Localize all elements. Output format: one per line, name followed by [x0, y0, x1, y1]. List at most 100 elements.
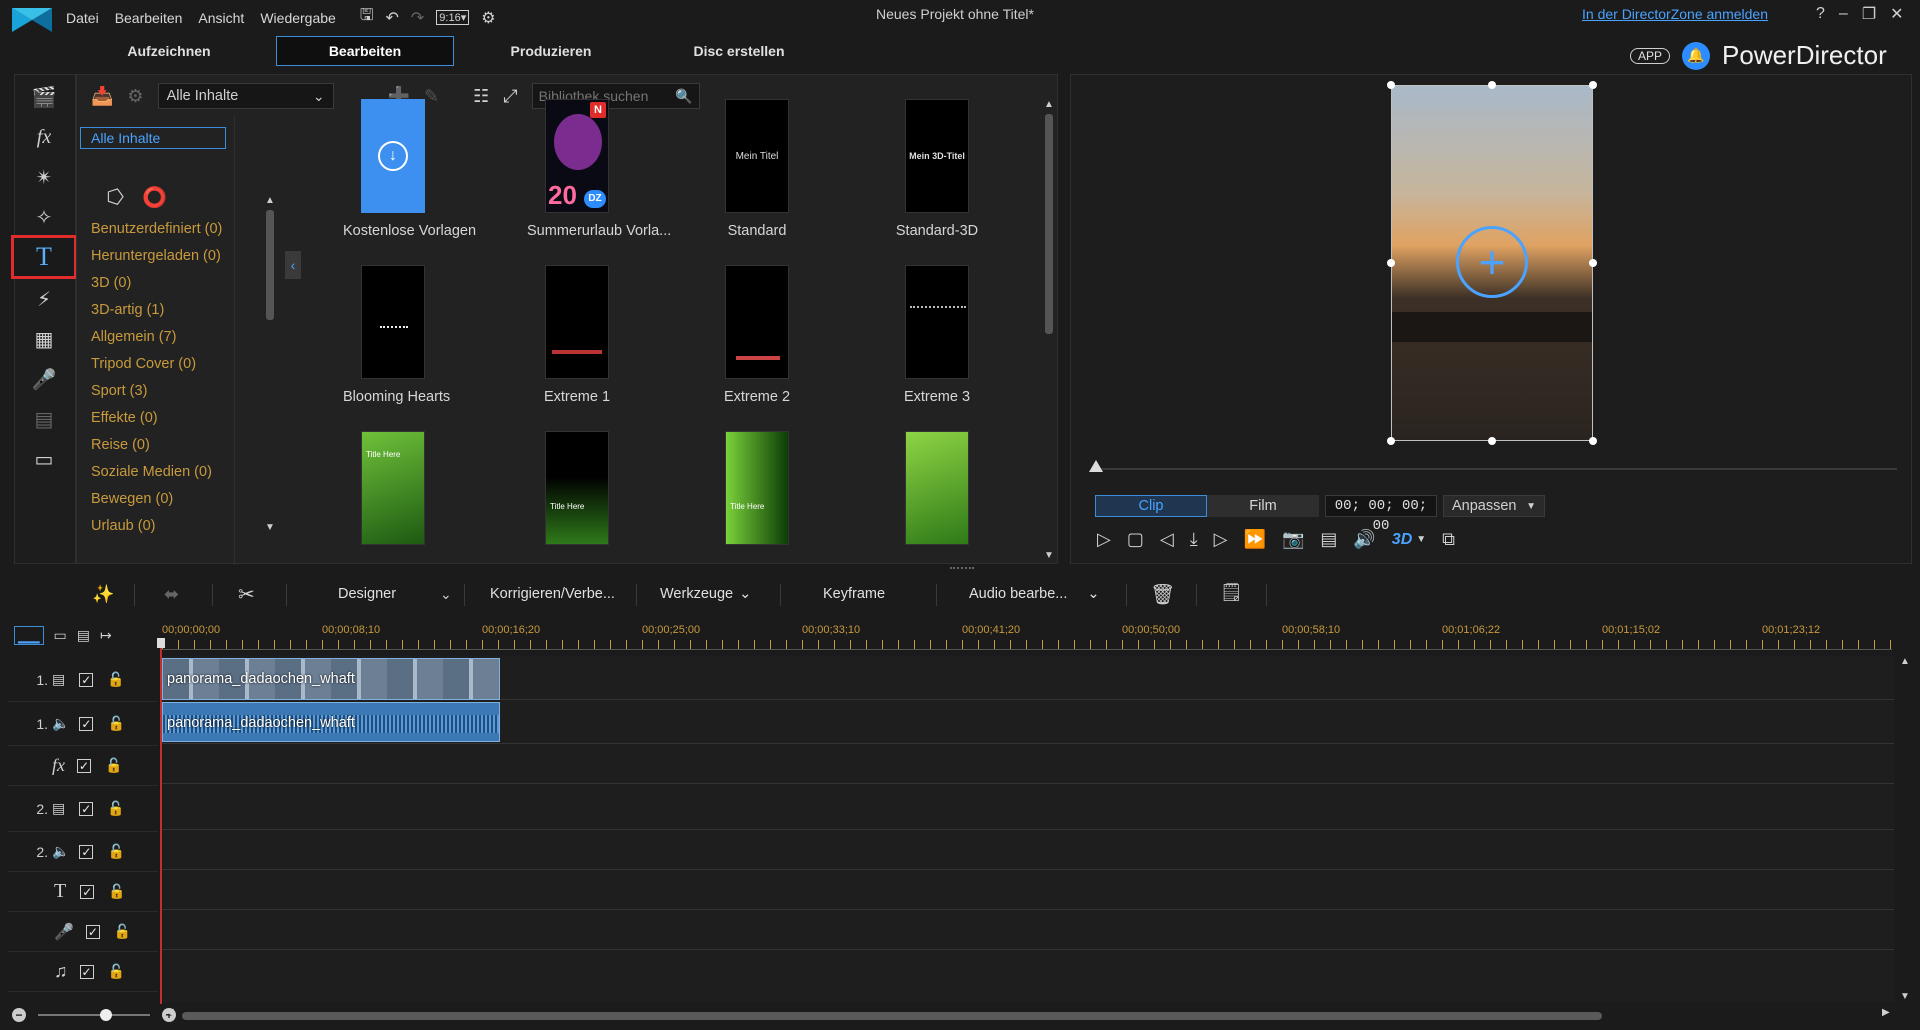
plugin-icon[interactable]: ⚙: [127, 86, 143, 107]
fix-enhance-menu[interactable]: Korrigieren/Verbe...: [490, 586, 615, 602]
tools-menu[interactable]: Werkzeuge ⌄: [660, 586, 751, 602]
category-item[interactable]: 3D (0): [91, 270, 234, 297]
media-room-icon[interactable]: 🎬: [22, 79, 66, 115]
selected-tag[interactable]: Alle Inhalte: [80, 127, 226, 149]
lock-icon[interactable]: 🔓: [107, 715, 124, 732]
audio-clip[interactable]: panorama_dadaochen_whaft: [162, 702, 500, 742]
subtitle-icon[interactable]: ▤: [1320, 529, 1337, 550]
resize-handle[interactable]: [1488, 81, 1496, 89]
menu-wiedergabe[interactable]: Wiedergabe: [260, 10, 336, 26]
stop-icon[interactable]: ▢: [1127, 529, 1144, 550]
track-enable-checkbox[interactable]: ✓: [79, 716, 94, 731]
template-tile[interactable]: Mein 3D-Titel Standard-3D: [887, 99, 987, 239]
panel-splitter[interactable]: [950, 567, 974, 571]
track-enable-checkbox[interactable]: ✓: [80, 884, 95, 899]
resize-handle[interactable]: [1589, 81, 1597, 89]
notification-bell-icon[interactable]: 🔔: [1682, 41, 1711, 70]
preview-scrubber[interactable]: [1091, 468, 1897, 470]
category-item[interactable]: Benutzerdefiniert (0): [91, 216, 234, 243]
template-tile[interactable]: Extreme 1: [527, 265, 627, 405]
library-scrollbar[interactable]: ▲ ▼: [1043, 99, 1055, 561]
template-tile[interactable]: Blooming Hearts: [343, 265, 450, 405]
track-enable-checkbox[interactable]: ✓: [79, 672, 94, 687]
zoom-out-icon[interactable]: −: [12, 1008, 26, 1022]
timeline-ruler[interactable]: 00;00;00;00 00;00;08;10 00;00;16;20 00;0…: [162, 624, 1892, 650]
lock-icon[interactable]: 🔓: [105, 757, 122, 774]
play-icon[interactable]: ▷: [1097, 529, 1111, 550]
split-audio-icon[interactable]: ⬌: [164, 584, 179, 605]
app-badge[interactable]: APP: [1630, 47, 1671, 64]
resize-handle[interactable]: [1589, 259, 1597, 267]
tab-aufzeichnen[interactable]: Aufzeichnen: [80, 36, 258, 66]
category-item[interactable]: Bewegen (0): [91, 486, 234, 513]
category-item[interactable]: Effekte (0): [91, 405, 234, 432]
help-icon[interactable]: ?: [1816, 5, 1825, 23]
category-item[interactable]: Reise (0): [91, 432, 234, 459]
track-enable-checkbox[interactable]: ✓: [79, 844, 94, 859]
track-lane[interactable]: [160, 744, 1894, 784]
designer-menu[interactable]: Designer: [338, 586, 396, 602]
add-title-button[interactable]: +: [1456, 226, 1528, 298]
fit-dropdown[interactable]: Anpassen ▼: [1443, 495, 1545, 517]
particle-room-icon[interactable]: ✧: [22, 199, 66, 235]
track-manager-icon[interactable]: ▤: [77, 627, 90, 644]
category-item[interactable]: Soziale Medien (0): [91, 459, 234, 486]
remove-tag-icon[interactable]: ⭕: [142, 185, 167, 210]
playhead-handle[interactable]: [157, 638, 165, 648]
timeline-view-icon[interactable]: ▁▁: [14, 626, 44, 645]
undo-icon[interactable]: ↶: [385, 8, 398, 28]
template-tile[interactable]: ↓ Kostenlose Vorlagen: [343, 99, 476, 239]
preview-frame[interactable]: +: [1391, 85, 1593, 441]
volume-icon[interactable]: 🔊: [1353, 529, 1375, 550]
chapter-room-icon[interactable]: ▤: [22, 401, 66, 437]
scroll-right-icon[interactable]: ▶: [1882, 1007, 1890, 1018]
save-icon[interactable]: 🖫: [360, 4, 374, 31]
audio-edit-menu[interactable]: Audio bearbe... ⌄: [969, 586, 1100, 602]
next-frame-icon[interactable]: ▷: [1214, 529, 1228, 550]
category-item[interactable]: Allgemein (7): [91, 324, 234, 351]
menu-datei[interactable]: Datei: [66, 10, 99, 26]
directorzone-login-link[interactable]: In der DirectorZone anmelden: [1582, 6, 1768, 22]
playhead[interactable]: [160, 640, 162, 1004]
track-lane[interactable]: [160, 950, 1894, 990]
scrubber-handle[interactable]: [1089, 460, 1103, 472]
template-tile[interactable]: Mein Titel Standard: [707, 99, 807, 239]
audio-mix-room-icon[interactable]: ▦: [22, 321, 66, 357]
track-enable-checkbox[interactable]: ✓: [77, 758, 91, 773]
tab-bearbeiten[interactable]: Bearbeiten: [276, 36, 454, 66]
film-mode-tab[interactable]: Film: [1207, 495, 1319, 517]
template-tile[interactable]: Extreme 2: [707, 265, 807, 405]
template-tile[interactable]: Extreme 3: [887, 265, 987, 405]
import-media-icon[interactable]: 📥: [91, 86, 113, 107]
lock-icon[interactable]: 🔓: [108, 963, 125, 980]
track-lane[interactable]: [160, 870, 1894, 910]
previous-frame-icon[interactable]: ◁: [1160, 529, 1174, 550]
video-clip[interactable]: panorama_dadaochen_whaft: [162, 658, 500, 700]
lock-icon[interactable]: 🔓: [108, 883, 125, 900]
track-enable-checkbox[interactable]: ✓: [79, 964, 94, 979]
track-enable-checkbox[interactable]: ✓: [85, 924, 100, 939]
track-lane[interactable]: [160, 784, 1894, 830]
category-item[interactable]: Sport (3): [91, 378, 234, 405]
resize-handle[interactable]: [1387, 81, 1395, 89]
resize-handle[interactable]: [1589, 437, 1597, 445]
timeline-horizontal-scrollbar[interactable]: ◀ ▶: [166, 1007, 1896, 1022]
menu-ansicht[interactable]: Ansicht: [198, 10, 244, 26]
template-tile[interactable]: Title Here: [707, 431, 807, 545]
storyboard-view-icon[interactable]: ▭: [54, 627, 67, 644]
tab-disc-erstellen[interactable]: Disc erstellen: [650, 36, 828, 66]
redo-icon[interactable]: ↷: [411, 8, 424, 28]
clip-mode-tab[interactable]: Clip: [1095, 495, 1207, 517]
pip-room-icon[interactable]: ✴: [22, 159, 66, 195]
category-item[interactable]: Heruntergeladen (0): [91, 243, 234, 270]
track-enable-checkbox[interactable]: ✓: [79, 801, 94, 816]
category-item[interactable]: Urlaub (0): [91, 513, 234, 540]
title-room-icon[interactable]: T: [11, 235, 77, 279]
template-tile[interactable]: [887, 431, 987, 545]
three-d-chevron-icon[interactable]: ▼: [1416, 534, 1426, 545]
chevron-down-icon[interactable]: ⌄: [440, 586, 452, 603]
close-icon[interactable]: ✕: [1890, 4, 1903, 24]
lock-icon[interactable]: 🔓: [107, 843, 124, 860]
subtitle-room-icon[interactable]: ▭: [22, 441, 66, 477]
keyframe-button[interactable]: Keyframe: [823, 586, 885, 602]
